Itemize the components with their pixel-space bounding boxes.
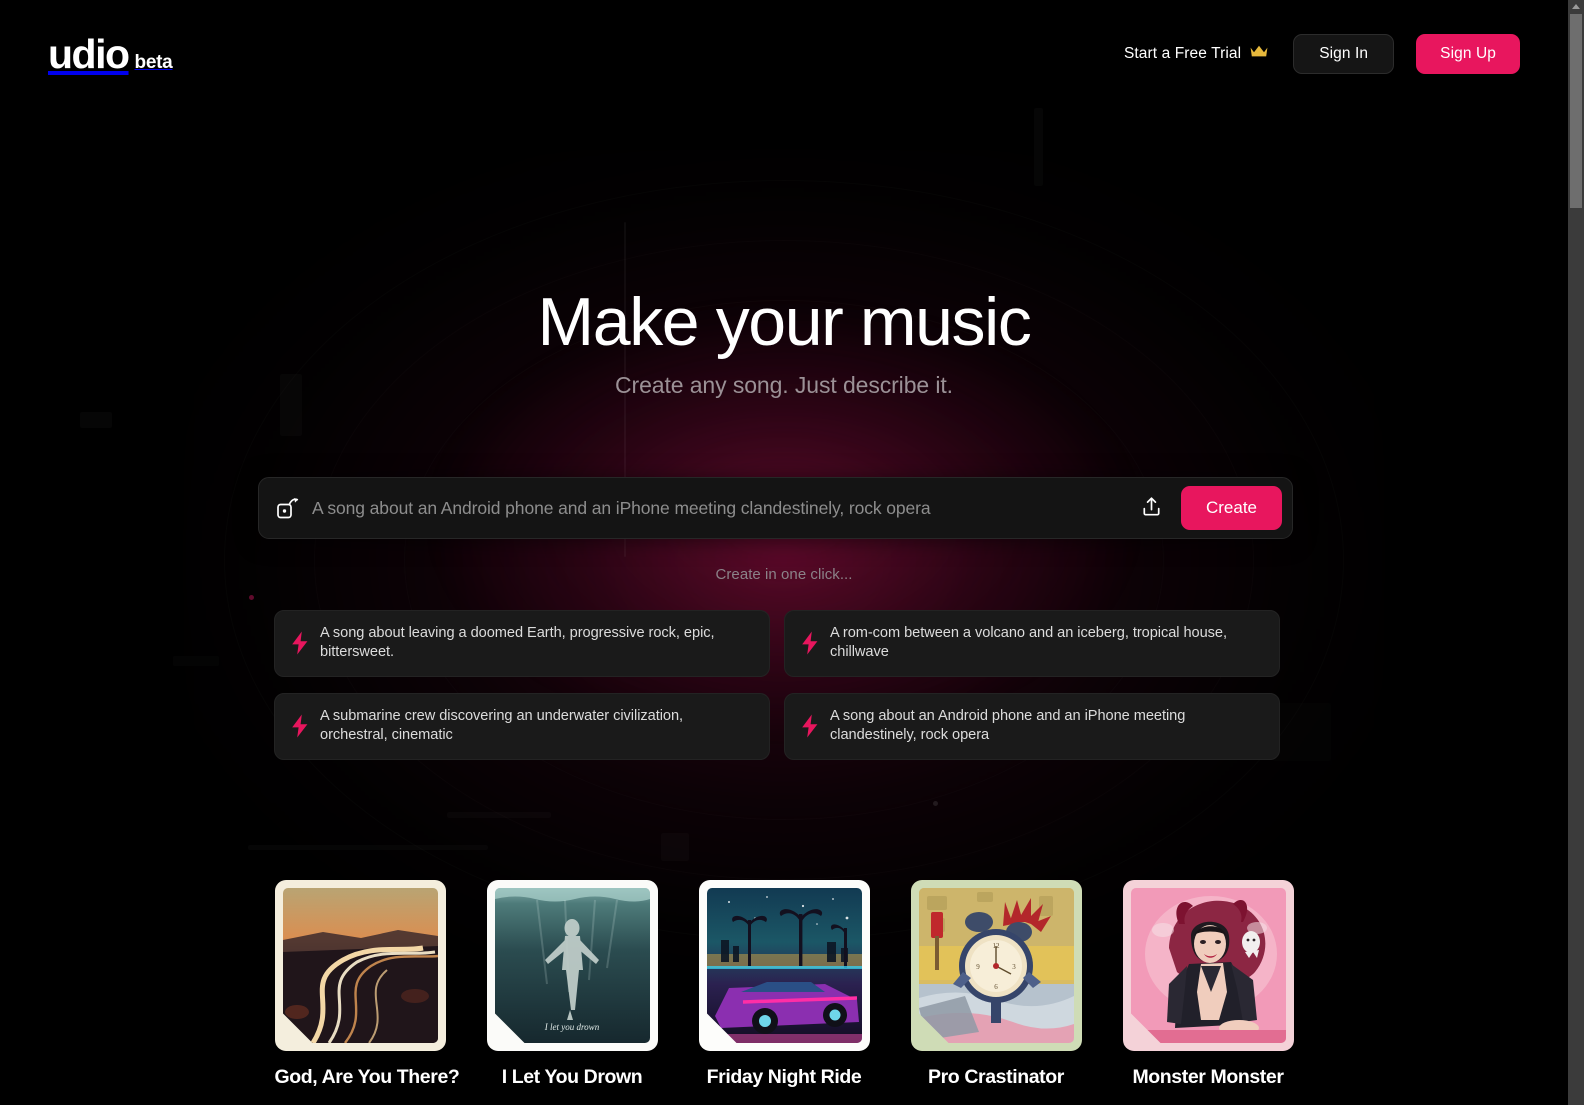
suggestion-text: A song about an Android phone and an iPh… <box>830 707 1186 744</box>
udio-logo[interactable]: udio beta <box>48 31 173 77</box>
song-card[interactable]: God, Are You There? <box>274 880 460 1089</box>
song-artwork-frame[interactable] <box>1122 880 1294 1051</box>
decorative-dot <box>933 801 938 806</box>
decorative-shape <box>447 812 551 818</box>
crown-icon <box>1249 44 1269 64</box>
page-root: udio beta Start a Free Trial Sign In Sig… <box>0 0 1568 1105</box>
featured-songs-row: God, Are You There? I let you drown I Le… <box>0 880 1568 1089</box>
decorative-dot <box>249 595 254 600</box>
underwater-figure-sinking-art: I let you drown <box>494 888 650 1043</box>
suggestion-card[interactable]: A song about leaving a doomed Earth, pro… <box>274 610 770 677</box>
scroll-up-arrow-icon[interactable] <box>1572 4 1580 9</box>
decorative-shape <box>248 845 488 850</box>
decorative-shape <box>80 412 112 428</box>
song-card[interactable]: Monster Monster <box>1122 880 1294 1089</box>
scrollbar-thumb[interactable] <box>1570 14 1582 208</box>
logo-wordmark: udio <box>48 31 130 77</box>
song-title: Pro Crastinator <box>928 1066 1064 1088</box>
suggestion-text: A song about leaving a doomed Earth, pro… <box>320 625 715 661</box>
hero-subtitle: Create any song. Just describe it. <box>615 372 953 398</box>
decorative-shape <box>1034 108 1043 186</box>
sign-in-button[interactable]: Sign In <box>1293 34 1395 74</box>
create-in-one-click-label: Create in one click... <box>715 566 853 583</box>
sunset-highway-light-trails-art <box>282 888 438 1043</box>
lightning-bolt-icon <box>801 714 819 738</box>
svg-text:9: 9 <box>976 963 980 971</box>
song-card[interactable]: Friday Night Ride <box>698 880 870 1089</box>
song-artwork-frame[interactable] <box>274 880 446 1051</box>
song-artwork-frame[interactable]: I let you drown <box>486 880 658 1051</box>
song-artwork-frame[interactable]: 12 3 6 9 <box>910 880 1082 1051</box>
pink-devil-woman-leather-art <box>1130 888 1286 1043</box>
song-card[interactable]: 12 3 6 9 Pro Crastinator <box>910 880 1082 1089</box>
header-actions: Start a Free Trial Sign In Sign Up <box>1124 34 1520 74</box>
synthwave-palm-cadillac-art <box>706 888 862 1043</box>
create-button[interactable]: Create <box>1180 486 1282 530</box>
prompt-input[interactable] <box>312 497 1137 519</box>
song-title: God, Are You There? <box>274 1066 460 1088</box>
suggestion-list: A song about leaving a doomed Earth, pro… <box>274 610 1280 760</box>
svg-text:3: 3 <box>1012 963 1016 971</box>
upload-button[interactable] <box>1137 493 1167 523</box>
logo-beta-tag: beta <box>134 52 173 73</box>
song-card[interactable]: I let you drown I Let You Drown <box>486 880 658 1089</box>
suggestion-card[interactable]: A song about an Android phone and an iPh… <box>784 692 1280 760</box>
song-artwork-frame[interactable] <box>698 880 870 1051</box>
background-glow <box>184 150 1384 970</box>
upload-icon <box>1141 496 1162 520</box>
song-title: Friday Night Ride <box>706 1066 862 1088</box>
decorative-shape <box>173 656 219 666</box>
suggestion-text: A rom-com between a volcano and an icebe… <box>830 625 1227 661</box>
alarm-clock-monster-bedroom-art: 12 3 6 9 <box>918 888 1074 1043</box>
lightning-bolt-icon <box>291 631 309 655</box>
svg-text:I let you drown: I let you drown <box>543 1022 599 1032</box>
song-title: Monster Monster <box>1132 1066 1284 1088</box>
song-title: I Let You Drown <box>501 1066 643 1088</box>
site-header: udio beta Start a Free Trial Sign In Sig… <box>0 0 1568 112</box>
start-free-trial-link[interactable]: Start a Free Trial <box>1124 44 1269 64</box>
decorative-shape <box>661 833 689 861</box>
decorative-shape <box>1273 703 1331 761</box>
suggestion-text: A submarine crew discovering an underwat… <box>320 707 684 744</box>
prompt-bar: Create <box>258 477 1293 539</box>
start-free-trial-label: Start a Free Trial <box>1123 45 1242 62</box>
sign-up-button[interactable]: Sign Up <box>1416 34 1520 74</box>
dice-randomize-icon[interactable] <box>275 495 301 521</box>
page-title: Make your music <box>537 284 1032 360</box>
lightning-bolt-icon <box>291 714 309 738</box>
lightning-bolt-icon <box>801 631 819 655</box>
suggestion-card[interactable]: A rom-com between a volcano and an icebe… <box>784 610 1280 677</box>
svg-text:6: 6 <box>994 983 998 991</box>
suggestion-card[interactable]: A submarine crew discovering an underwat… <box>274 692 770 760</box>
browser-scrollbar[interactable] <box>1568 0 1584 1105</box>
svg-text:12: 12 <box>992 942 1000 950</box>
